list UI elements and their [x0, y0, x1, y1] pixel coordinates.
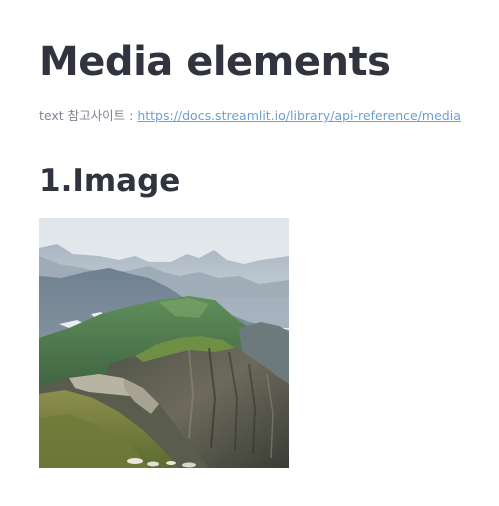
page-title: Media elements	[39, 39, 391, 85]
caption: text 참고사이트 : https://docs.streamlit.io/l…	[39, 106, 461, 126]
caption-prefix: text 참고사이트 :	[39, 108, 138, 123]
reference-link[interactable]: https://docs.streamlit.io/library/api-re…	[137, 108, 461, 123]
section-heading-image: 1.Image	[39, 163, 181, 199]
mountain-landscape-image	[39, 218, 289, 468]
